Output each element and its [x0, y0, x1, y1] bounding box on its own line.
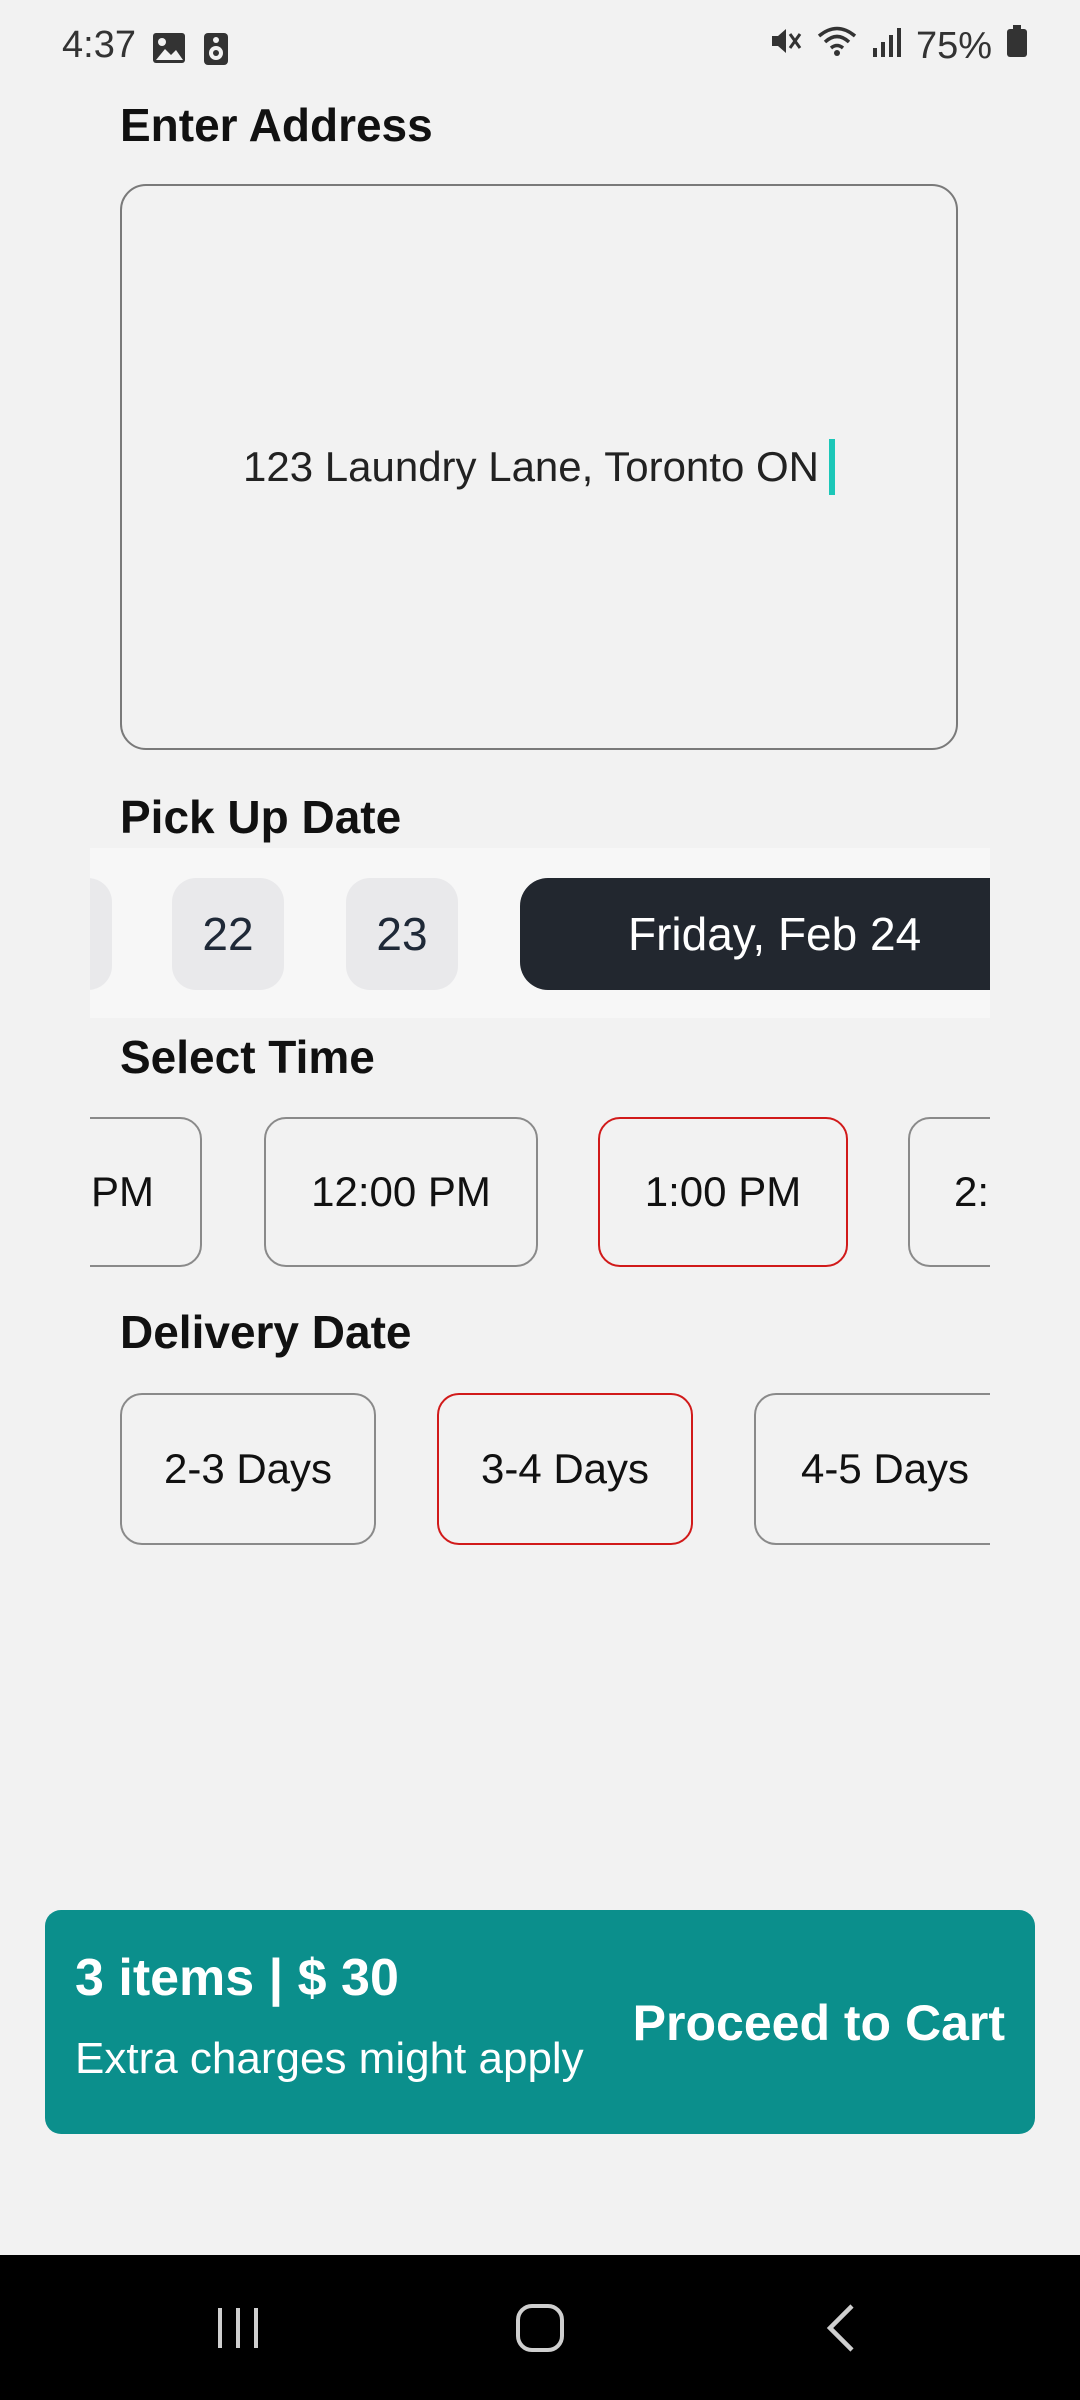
delivery-title: Delivery Date — [120, 1306, 412, 1358]
cart-bar[interactable]: 3 items | $ 30 Extra charges might apply… — [45, 1910, 1035, 2134]
speaker-icon — [203, 32, 229, 71]
delivery-option[interactable]: 4-5 Days — [754, 1393, 990, 1545]
text-cursor — [828, 439, 835, 495]
address-value: 123 Laundry Lane, Toronto ON — [243, 443, 819, 490]
back-icon[interactable] — [762, 2255, 922, 2400]
time-slot-selected[interactable]: 1:00 PM — [598, 1117, 848, 1267]
address-input[interactable]: 123 Laundry Lane, Toronto ON — [120, 184, 958, 750]
day-chip[interactable] — [90, 878, 112, 990]
mute-icon — [768, 24, 802, 68]
selected-pickup-date[interactable]: Friday, Feb 24 — [520, 878, 990, 990]
delivery-option-row[interactable]: 2-3 Days 3-4 Days 4-5 Days — [90, 1393, 990, 1545]
wifi-icon — [816, 24, 858, 68]
time-slot[interactable]: 12:00 PM — [264, 1117, 538, 1267]
status-time: 4:37 — [62, 24, 136, 66]
signal-icon — [872, 25, 902, 68]
battery-label: 75% — [915, 24, 992, 67]
address-title: Enter Address — [120, 99, 433, 151]
status-icons: 75% — [768, 24, 1028, 68]
status-bar: 4:37 75% — [0, 0, 1080, 100]
pickup-title: Pick Up Date — [120, 791, 402, 843]
navigation-bar — [0, 2255, 1080, 2400]
time-title: Select Time — [120, 1031, 375, 1083]
home-icon[interactable] — [460, 2255, 620, 2400]
recents-icon[interactable] — [158, 2255, 318, 2400]
proceed-to-cart-button[interactable]: Proceed to Cart — [633, 1994, 1005, 2052]
day-chip-23[interactable]: 23 — [346, 878, 458, 990]
gallery-icon — [152, 32, 186, 69]
delivery-option[interactable]: 2-3 Days — [120, 1393, 376, 1545]
time-slot-row[interactable]: PM 12:00 PM 1:00 PM 2: — [90, 1117, 990, 1267]
cart-summary: 3 items | $ 30 — [75, 1949, 399, 2007]
time-slot[interactable]: 2: — [908, 1117, 990, 1267]
battery-icon — [1006, 24, 1028, 68]
day-chip-22[interactable]: 22 — [172, 878, 284, 990]
pickup-date-strip[interactable]: 22 23 Friday, Feb 24 — [90, 848, 990, 1018]
delivery-option-selected[interactable]: 3-4 Days — [437, 1393, 693, 1545]
cart-note: Extra charges might apply — [75, 2034, 584, 2083]
time-slot[interactable]: PM — [90, 1117, 202, 1267]
